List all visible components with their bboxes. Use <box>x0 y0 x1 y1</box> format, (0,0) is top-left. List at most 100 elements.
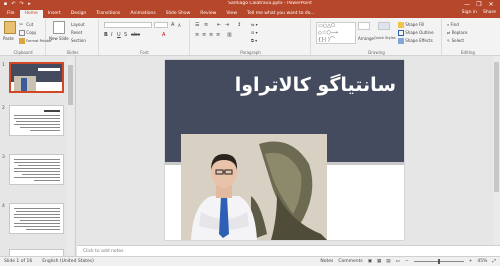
zoom-slider-handle[interactable] <box>437 258 440 264</box>
save-icon[interactable]: ▪ <box>3 1 8 7</box>
paste-icon[interactable] <box>4 21 16 34</box>
quick-styles-icon[interactable] <box>378 22 390 30</box>
comments-toggle[interactable]: Comments <box>338 259 362 264</box>
start-slideshow-icon[interactable]: ▸ <box>27 1 32 7</box>
tab-review[interactable]: Review <box>195 10 221 18</box>
shape-fill-button[interactable]: Shape Fill <box>398 22 424 28</box>
slide-thumbnail-2[interactable] <box>9 105 64 136</box>
effects-icon <box>398 38 404 44</box>
find-button[interactable]: ⌕ Find <box>447 22 459 27</box>
maximize-button[interactable]: ❐ <box>473 0 485 9</box>
editor-scroll-thumb[interactable] <box>494 62 499 192</box>
thumb-text-line <box>14 162 60 163</box>
shapes-gallery[interactable]: ▭○△⬠ ◇☆⬡⟶{}( )⌒ <box>316 22 356 44</box>
clipboard-group: Paste ✂ Cut Copy Format Painter Clipboar… <box>1 19 52 55</box>
thumbnails-scrollbar[interactable] <box>67 57 74 255</box>
tab-transitions[interactable]: Transitions <box>91 10 125 18</box>
slide-thumbnail-4[interactable] <box>9 203 64 234</box>
align-text-button[interactable]: ⊟ ▾ <box>251 30 258 35</box>
tab-home[interactable]: Home <box>19 10 43 18</box>
decrease-indent-icon[interactable]: ⇤ <box>217 22 221 28</box>
font-name-input[interactable] <box>104 22 152 28</box>
shape-effects-button[interactable]: Shape Effects <box>398 38 433 44</box>
notes-toggle[interactable]: Notes <box>320 259 333 264</box>
reset-button[interactable]: Reset <box>71 30 82 35</box>
align-center-icon[interactable]: ≡ <box>202 32 206 38</box>
zoom-in-icon[interactable]: + <box>469 259 473 264</box>
paragraph-group: ☰ ≡ ⇤ ⇥ ↕ ⇆ ▾ ⊟ ▾ ⧉ ▾ ≡ ≡ ≡ ≡ ▥ Paragrap… <box>191 19 311 55</box>
shape-outline-button[interactable]: Shape Outline <box>398 30 434 36</box>
current-slide[interactable]: سانتیاگو کالاتراوا <box>165 60 404 240</box>
section-button[interactable]: Section <box>71 38 86 43</box>
replace-label: Replace <box>451 30 468 35</box>
thumb-text-line <box>34 180 60 181</box>
zoom-slider[interactable] <box>413 258 464 264</box>
slideshow-view-icon[interactable]: ▭ <box>396 259 400 264</box>
select-button[interactable]: ↖ Select <box>447 38 464 43</box>
new-slide-button[interactable]: New Slide <box>49 36 69 41</box>
thumb-text-line <box>14 115 60 116</box>
line-spacing-icon[interactable]: ↕ <box>237 22 241 28</box>
underline-icon[interactable]: U <box>117 32 121 38</box>
font-size-input[interactable] <box>154 22 168 28</box>
arrange-icon[interactable] <box>358 22 370 30</box>
strikethrough-icon[interactable]: abc <box>131 32 140 38</box>
share-button[interactable]: Share <box>483 10 496 15</box>
replace-icon: ⇄ <box>447 30 451 35</box>
paste-button[interactable]: Paste <box>3 36 14 41</box>
copy-button[interactable]: Copy <box>19 30 36 36</box>
redo-icon[interactable]: ↷ <box>19 1 24 7</box>
fit-slide-icon[interactable]: ⤢ <box>492 258 496 264</box>
tab-view[interactable]: View <box>221 10 242 18</box>
thumb-text-line <box>14 171 60 172</box>
notes-pane[interactable]: Click to add notes <box>77 245 500 256</box>
find-icon: ⌕ <box>447 22 450 27</box>
undo-icon[interactable]: ↶ <box>11 1 16 7</box>
text-direction-button[interactable]: ⇆ ▾ <box>251 22 258 27</box>
arrange-button[interactable]: Arrange <box>358 36 374 41</box>
thumb-text-line <box>14 223 60 224</box>
slide-sorter-icon[interactable]: ▦ <box>377 259 381 264</box>
slide-thumbnail-3[interactable] <box>9 154 64 185</box>
thumbnails-scroll-thumb[interactable] <box>68 65 73 105</box>
tell-me-search[interactable]: Tell me what you want to do... <box>242 10 320 18</box>
layout-button[interactable]: Layout <box>71 22 85 27</box>
zoom-level[interactable]: 45% <box>477 259 487 264</box>
font-color-icon[interactable]: A <box>162 32 165 38</box>
editor-scrollbar[interactable] <box>493 56 500 245</box>
convert-smartart-button[interactable]: ⧉ ▾ <box>251 38 257 43</box>
bold-icon[interactable]: B <box>104 32 108 38</box>
columns-icon[interactable]: ▥ <box>227 32 232 38</box>
new-slide-icon[interactable] <box>53 21 65 34</box>
slide-thumbnails-pane[interactable]: 1 2 3 4 <box>0 56 76 257</box>
slide-photo[interactable] <box>181 134 327 240</box>
replace-button[interactable]: ⇄ Replace <box>447 30 467 35</box>
tab-slide-show[interactable]: Slide Show <box>161 10 196 18</box>
justify-icon[interactable]: ≡ <box>216 32 220 38</box>
italic-icon[interactable]: I <box>111 32 112 38</box>
reading-view-icon[interactable]: ▤ <box>386 259 390 264</box>
shrink-font-icon[interactable]: A <box>178 23 181 28</box>
cut-button[interactable]: ✂ Cut <box>19 22 33 28</box>
numbering-icon[interactable]: ≡ <box>204 22 208 28</box>
signin-link[interactable]: Sign in <box>462 10 477 15</box>
grow-font-icon[interactable]: A <box>171 22 174 28</box>
shadow-icon[interactable]: S <box>124 32 127 38</box>
slide-thumbnail-1[interactable] <box>9 62 64 93</box>
tab-insert[interactable]: Insert <box>43 10 66 18</box>
close-button[interactable]: ✕ <box>485 0 497 9</box>
tab-file[interactable]: File <box>2 10 20 18</box>
align-right-icon[interactable]: ≡ <box>209 32 213 38</box>
thumb-text-line <box>14 168 60 169</box>
zoom-out-icon[interactable]: − <box>405 259 409 264</box>
normal-view-icon[interactable]: ▣ <box>368 259 372 264</box>
quick-styles-button[interactable]: Quick Styles <box>374 36 396 40</box>
language-indicator[interactable]: English (United States) <box>42 259 94 264</box>
tab-design[interactable]: Design <box>66 10 92 18</box>
bullets-icon[interactable]: ☰ <box>195 22 199 28</box>
increase-indent-icon[interactable]: ⇥ <box>225 22 229 28</box>
align-left-icon[interactable]: ≡ <box>195 32 199 38</box>
minimize-button[interactable]: — <box>461 0 473 9</box>
slide-title[interactable]: سانتیاگو کالاتراوا <box>235 74 396 96</box>
tab-animations[interactable]: Animations <box>125 10 160 18</box>
